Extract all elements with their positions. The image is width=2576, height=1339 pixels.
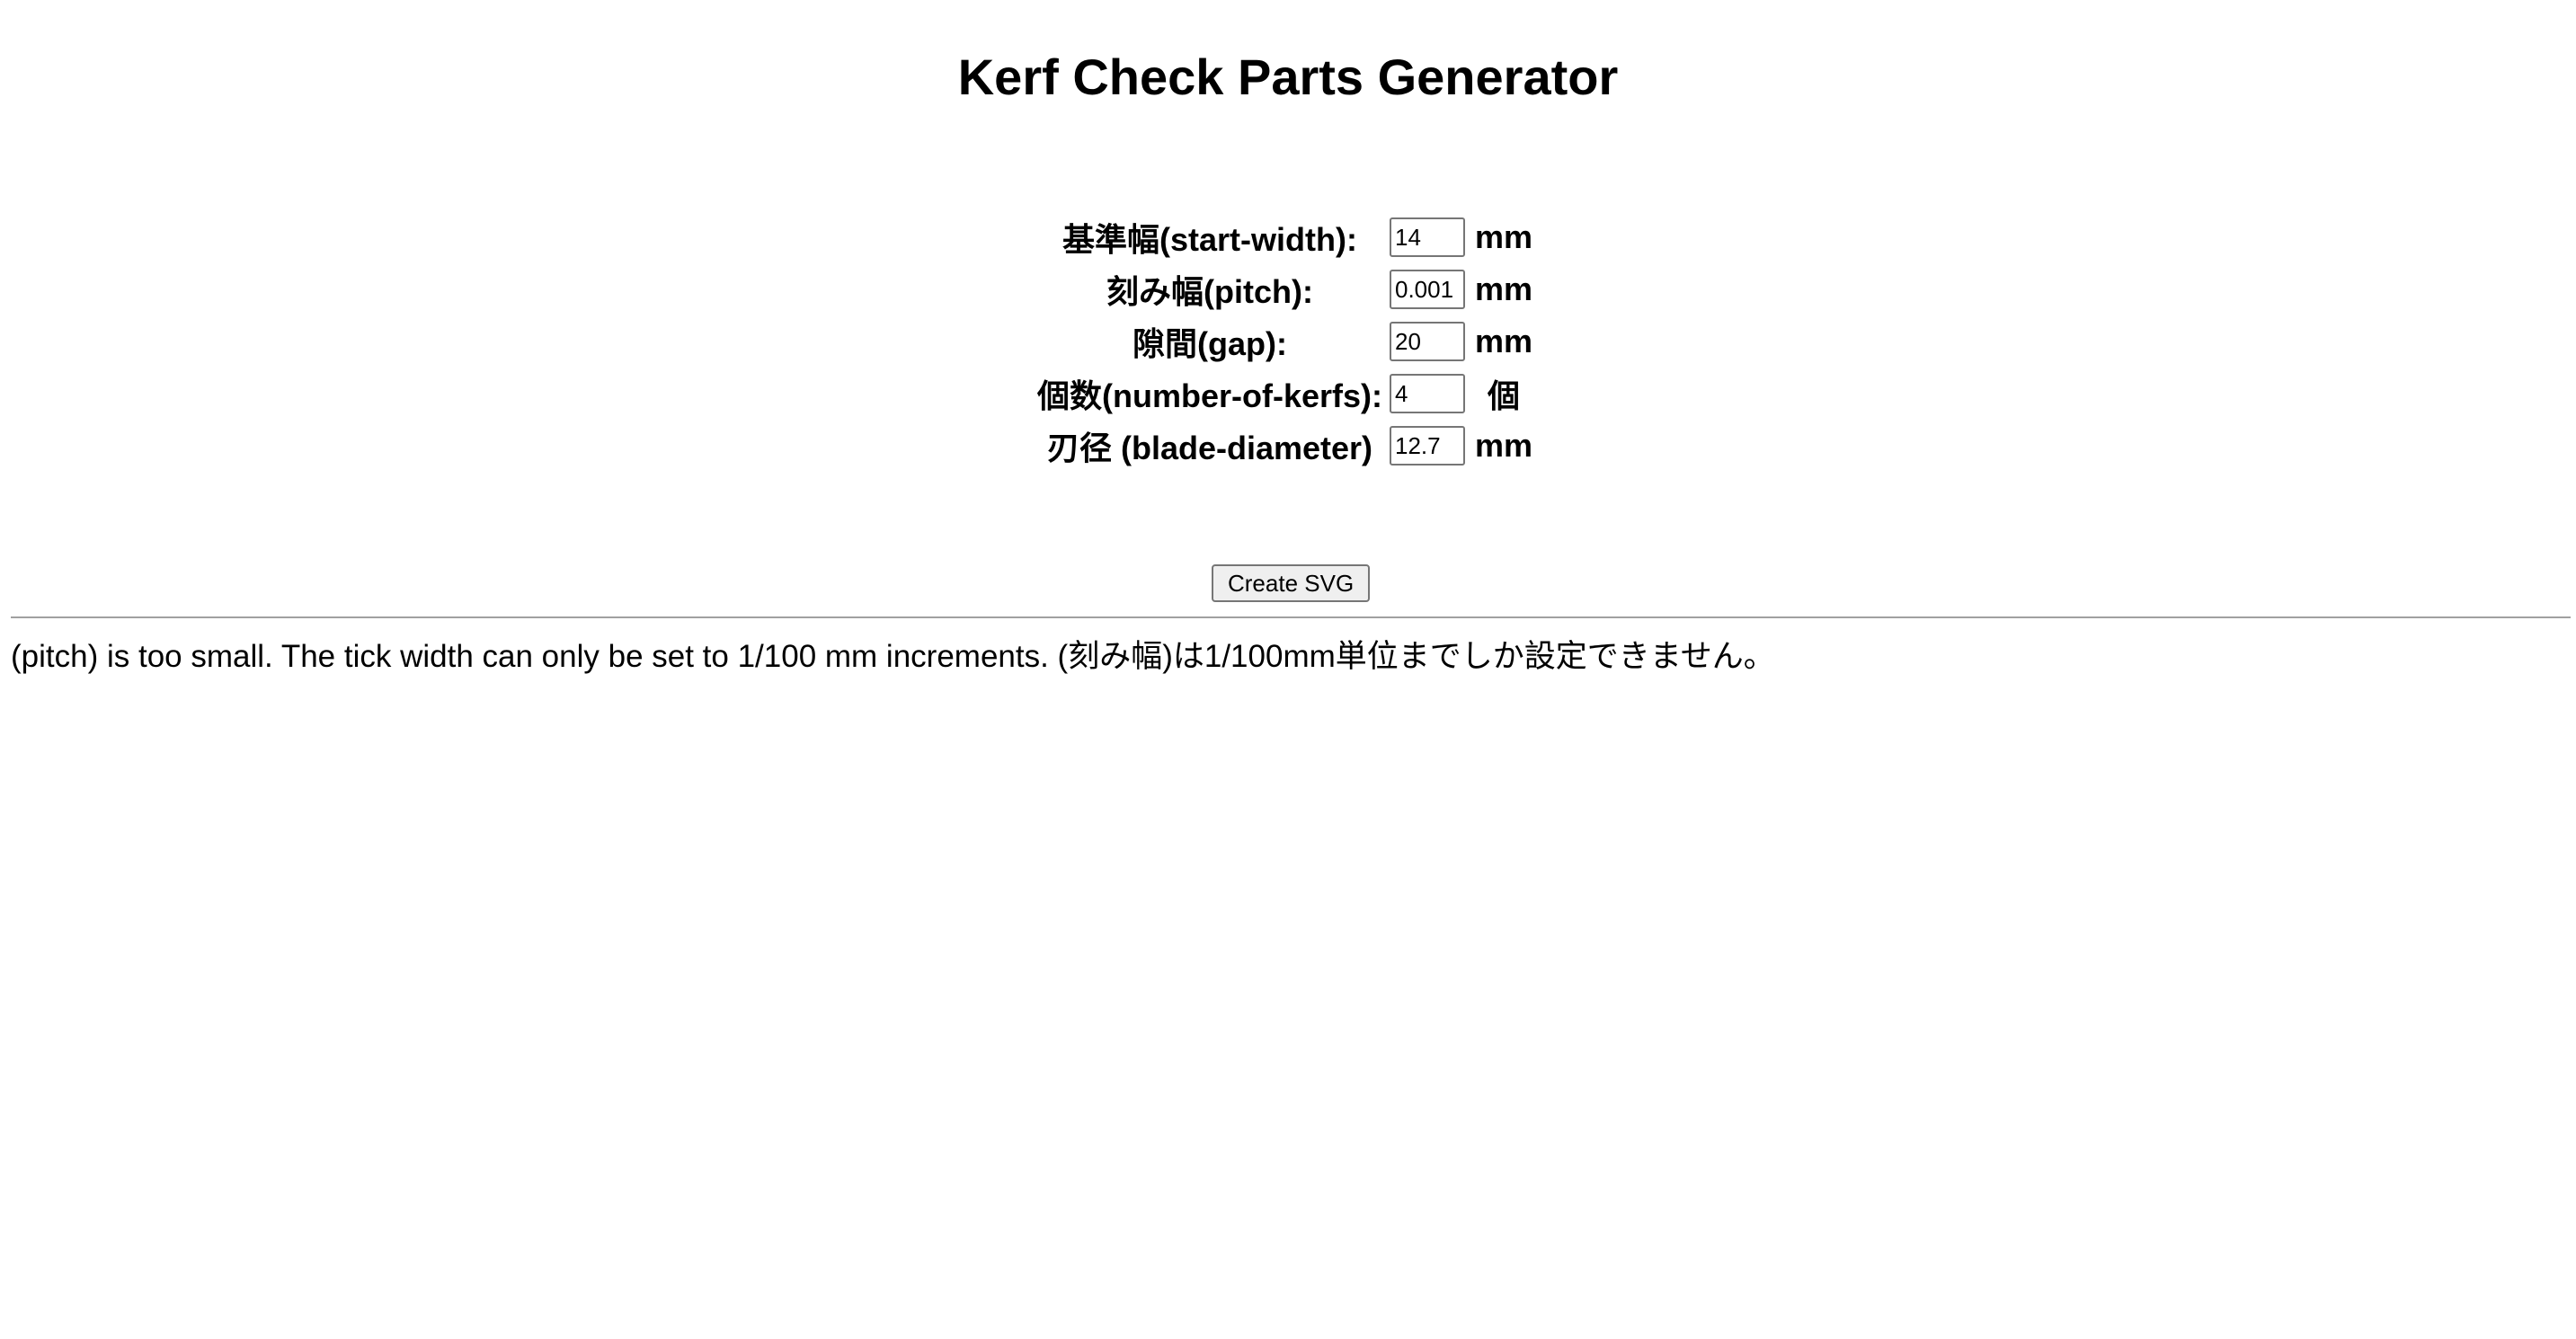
form-row-start-width: 基準幅(start-width): mm [1037, 214, 1535, 261]
gap-input[interactable] [1390, 322, 1465, 361]
form-row-gap: 隙間(gap): mm [1037, 318, 1535, 365]
error-message: (pitch) is too small. The tick width can… [11, 639, 1775, 674]
gap-label: 隙間(gap): [1133, 325, 1287, 362]
pitch-label: 刻み幅(pitch): [1106, 273, 1313, 310]
start-width-unit: mm [1474, 218, 1533, 255]
parameter-form: 基準幅(start-width): mm 刻み幅(pitch): mm 隙間(g… [1034, 208, 1539, 474]
pitch-input[interactable] [1390, 270, 1465, 309]
blade-diameter-input[interactable] [1390, 426, 1465, 466]
gap-unit: mm [1474, 323, 1533, 359]
blade-diameter-unit: mm [1474, 427, 1533, 464]
number-of-kerfs-unit: 個 [1487, 377, 1520, 414]
form-row-blade-diameter: 刃径 (blade-diameter) mm [1037, 422, 1535, 469]
blade-diameter-label: 刃径 (blade-diameter) [1046, 430, 1373, 466]
create-svg-button[interactable]: Create SVG [1212, 564, 1371, 602]
form-row-pitch: 刻み幅(pitch): mm [1037, 266, 1535, 313]
form-row-number-of-kerfs: 個数(number-of-kerfs): 個 [1037, 370, 1535, 417]
number-of-kerfs-label: 個数(number-of-kerfs): [1037, 377, 1382, 414]
start-width-input[interactable] [1390, 217, 1465, 257]
divider [11, 616, 2571, 618]
number-of-kerfs-input[interactable] [1390, 374, 1465, 413]
pitch-unit: mm [1474, 270, 1533, 307]
start-width-label: 基準幅(start-width): [1062, 221, 1357, 258]
page-title: Kerf Check Parts Generator [957, 49, 1619, 105]
